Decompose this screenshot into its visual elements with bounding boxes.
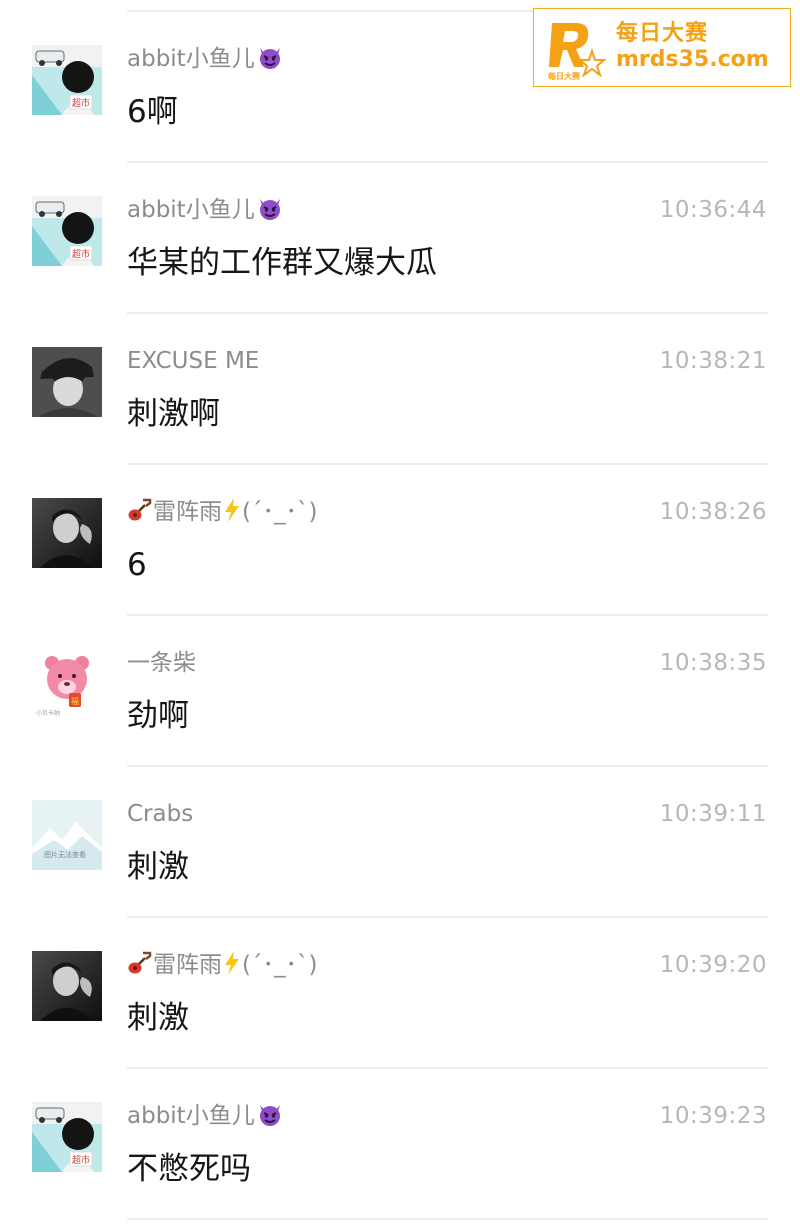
- avatar[interactable]: [32, 498, 102, 568]
- sender-name-text: 雷阵雨: [153, 499, 222, 525]
- sender-name: 一条柴: [127, 648, 196, 678]
- avatar-image: [32, 649, 102, 719]
- message-time: 10:36:44: [659, 197, 767, 223]
- sender-name-text: 雷阵雨: [153, 952, 222, 978]
- guitar-icon: [127, 497, 153, 523]
- avatar[interactable]: [32, 45, 102, 115]
- avatar-image: [32, 45, 102, 115]
- sender-name-text: Crabs: [127, 801, 194, 827]
- sender-name-text: abbit小鱼儿: [127, 197, 255, 223]
- message-time: 10:38:26: [659, 499, 767, 525]
- chat-message[interactable]: abbit小鱼儿 10:39:23 不憋死吗: [0, 1069, 800, 1220]
- chat-message[interactable]: 雷阵雨 (´･_･`) 10:39:20 刺激: [0, 918, 800, 1069]
- watermark: 每日大赛 每日大赛 mrds35.com: [533, 8, 791, 87]
- message-text: 刺激: [127, 1000, 189, 1036]
- message-text: 6啊: [127, 94, 178, 130]
- purple-devil-icon: [257, 1101, 283, 1127]
- message-time: 10:38:35: [659, 650, 767, 676]
- watermark-brand: 每日大赛: [616, 21, 709, 46]
- avatar-image: [32, 196, 102, 266]
- message-text: 刺激啊: [127, 396, 220, 432]
- sender-name-kaomoji: (´･_･`): [242, 952, 318, 978]
- message-time: 10:39:11: [659, 801, 767, 827]
- sender-name-text: EXCUSE ME: [127, 348, 260, 374]
- sender-name: 雷阵雨 (´･_･`): [127, 950, 317, 980]
- message-time: 10:38:21: [659, 348, 767, 374]
- chat-message[interactable]: EXCUSE ME 10:38:21 刺激啊: [0, 314, 800, 465]
- avatar-image: [32, 951, 102, 1021]
- message-text: 华某的工作群又爆大瓜: [127, 245, 437, 281]
- message-text: 刺激: [127, 849, 189, 885]
- watermark-url: mrds35.com: [616, 47, 769, 72]
- avatar[interactable]: [32, 951, 102, 1021]
- purple-devil-icon: [257, 44, 283, 70]
- sender-name-kaomoji: (´･_･`): [242, 499, 318, 525]
- sender-name: 雷阵雨 (´･_･`): [127, 497, 317, 527]
- message-time: 10:39:20: [659, 952, 767, 978]
- message-text: 不憋死吗: [127, 1151, 251, 1187]
- message-time: 10:39:23: [659, 1103, 767, 1129]
- message-divider: [127, 1218, 768, 1220]
- lightning-icon: [222, 497, 242, 523]
- avatar[interactable]: [32, 347, 102, 417]
- sender-name-text: abbit小鱼儿: [127, 46, 255, 72]
- guitar-icon: [127, 950, 153, 976]
- avatar[interactable]: [32, 649, 102, 719]
- chat-message[interactable]: 雷阵雨 (´･_･`) 10:38:26 6: [0, 465, 800, 616]
- sender-name: abbit小鱼儿: [127, 44, 283, 74]
- avatar-image: [32, 498, 102, 568]
- purple-devil-icon: [257, 195, 283, 221]
- avatar[interactable]: [32, 1102, 102, 1172]
- message-text: 6: [127, 547, 147, 583]
- chat-message[interactable]: 一条柴 10:38:35 劲啊: [0, 616, 800, 767]
- sender-name: abbit小鱼儿: [127, 1101, 283, 1131]
- watermark-logo-text: 每日大赛: [548, 71, 581, 81]
- avatar[interactable]: [32, 196, 102, 266]
- lightning-icon: [222, 950, 242, 976]
- sender-name: EXCUSE ME: [127, 346, 259, 376]
- sender-name-text: abbit小鱼儿: [127, 1103, 255, 1129]
- chat-message[interactable]: Crabs 10:39:11 刺激: [0, 767, 800, 918]
- avatar-image: [32, 1102, 102, 1172]
- sender-name: Crabs: [127, 799, 193, 829]
- avatar[interactable]: [32, 800, 102, 870]
- avatar-image: [32, 347, 102, 417]
- sender-name-text: 一条柴: [127, 650, 196, 676]
- avatar-image: [32, 800, 102, 870]
- watermark-logo-icon: 每日大赛: [548, 23, 607, 81]
- sender-name: abbit小鱼儿: [127, 195, 283, 225]
- message-text: 劲啊: [127, 698, 189, 734]
- chat-message[interactable]: abbit小鱼儿 10:36:44 华某的工作群又爆大瓜: [0, 163, 800, 314]
